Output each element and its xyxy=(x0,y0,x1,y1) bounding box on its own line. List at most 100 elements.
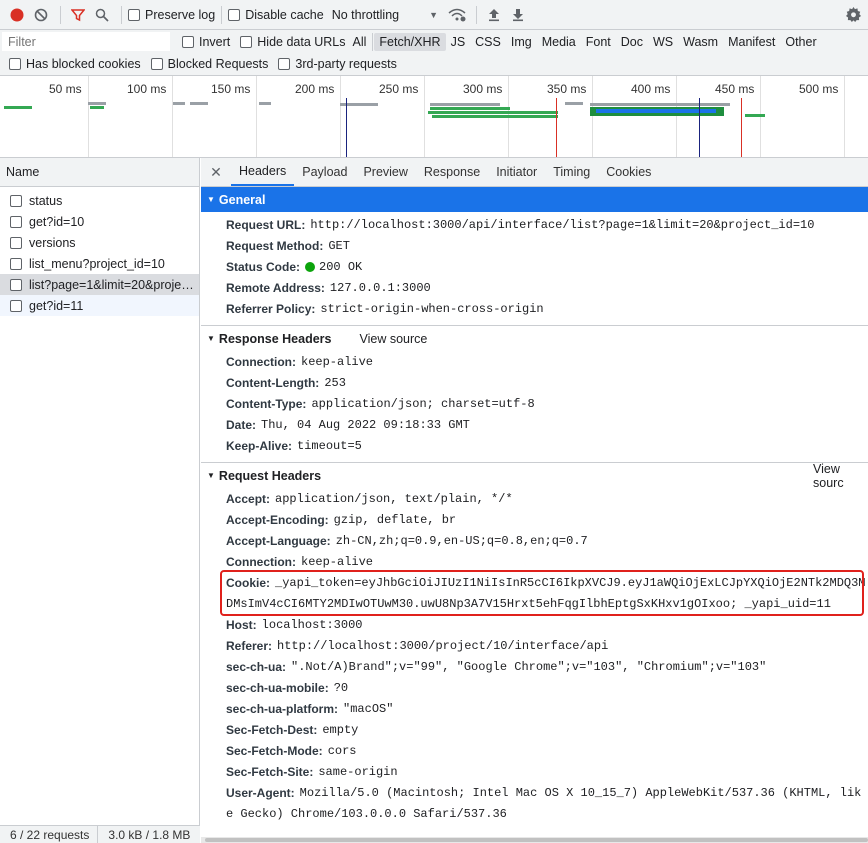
type-filter-img[interactable]: Img xyxy=(506,33,537,51)
header-row-continued: e Gecko) Chrome/103.0.0.0 Safari/537.36 xyxy=(201,803,868,824)
close-icon[interactable]: ✕ xyxy=(207,158,225,186)
header-key: Content-Length: xyxy=(226,375,320,390)
tab-payload[interactable]: Payload xyxy=(294,158,355,186)
grid-line xyxy=(256,76,257,157)
header-row: User-Agent: Mozilla/5.0 (Macintosh; Inte… xyxy=(201,782,868,803)
clear-icon[interactable] xyxy=(30,4,52,26)
timeline-bar xyxy=(259,102,271,105)
request-row[interactable]: versions xyxy=(0,232,199,253)
general-section-header[interactable]: ▼ General xyxy=(201,187,868,212)
header-value: ?0 xyxy=(333,680,349,695)
header-value: zh-CN,zh;q=0.9,en-US;q=0.8,en;q=0.7 xyxy=(335,533,588,548)
type-filter-fetch-xhr[interactable]: Fetch/XHR xyxy=(374,32,446,51)
blocked-requests-checkbox[interactable]: Blocked Requests xyxy=(150,57,269,71)
invert-checkbox[interactable]: Invert xyxy=(182,35,230,49)
type-filter-font[interactable]: Font xyxy=(581,33,616,51)
third-party-label: 3rd-party requests xyxy=(295,57,397,71)
timeline-bar xyxy=(90,106,104,109)
checkbox-box[interactable] xyxy=(182,35,194,48)
request-row[interactable]: get?id=10 xyxy=(0,211,199,232)
import-har-icon[interactable] xyxy=(483,4,505,26)
header-row: Host: localhost:3000 xyxy=(201,614,868,635)
tab-headers[interactable]: Headers xyxy=(231,158,295,186)
preserve-log-checkbox[interactable]: Preserve log xyxy=(128,8,215,22)
checkbox-box[interactable] xyxy=(278,58,291,70)
request-type-icon xyxy=(10,257,22,270)
header-row: Keep-Alive: timeout=5 xyxy=(201,435,868,456)
type-filter-manifest[interactable]: Manifest xyxy=(723,33,780,51)
request-name: get?id=10 xyxy=(29,214,85,229)
type-filter-css[interactable]: CSS xyxy=(470,33,506,51)
type-filter-js[interactable]: JS xyxy=(446,33,471,51)
type-filter-doc[interactable]: Doc xyxy=(616,33,648,51)
tab-cookies[interactable]: Cookies xyxy=(598,158,659,186)
scrollbar-thumb[interactable] xyxy=(205,838,868,842)
header-value: Mozilla/5.0 (Macintosh; Intel Mac OS X 1… xyxy=(299,785,862,800)
tick-label: 100 ms xyxy=(127,82,167,96)
throttling-select[interactable]: No throttling ▼ xyxy=(332,8,438,22)
checkbox-box[interactable] xyxy=(128,8,140,21)
request-row[interactable]: get?id=11 xyxy=(0,295,199,316)
grid-line xyxy=(424,76,425,157)
timeline-bar xyxy=(173,102,185,105)
type-filter-all[interactable]: All xyxy=(348,33,372,51)
checkbox-box[interactable] xyxy=(150,58,163,70)
horizontal-scrollbar[interactable] xyxy=(201,837,868,843)
response-headers-section-header[interactable]: ▼ Response Headers View source xyxy=(201,326,868,351)
record-icon[interactable] xyxy=(6,4,28,26)
request-type-icon xyxy=(10,278,22,291)
request-row-selected[interactable]: list?page=1&limit=20&projec... xyxy=(0,274,199,295)
header-key: Accept-Encoding: xyxy=(226,512,329,527)
tab-response[interactable]: Response xyxy=(416,158,488,186)
view-source-link[interactable]: View source xyxy=(359,332,427,346)
request-row[interactable]: status xyxy=(0,190,199,211)
network-conditions-icon[interactable] xyxy=(446,4,468,26)
disable-cache-checkbox[interactable]: Disable cache xyxy=(228,8,324,22)
header-key: Sec-Fetch-Mode: xyxy=(226,743,323,758)
header-value: cors xyxy=(327,743,357,758)
request-headers-list: Accept: application/json, text/plain, */… xyxy=(201,488,868,824)
header-key: Keep-Alive: xyxy=(226,438,293,453)
hide-data-urls-checkbox[interactable]: Hide data URLs xyxy=(240,35,346,49)
triangle-down-icon: ▼ xyxy=(207,334,215,343)
tick-label: 200 ms xyxy=(295,82,335,96)
tab-initiator[interactable]: Initiator xyxy=(488,158,545,186)
name-column-header[interactable]: Name xyxy=(0,158,199,187)
header-value: gzip, deflate, br xyxy=(333,512,457,527)
has-blocked-cookies-checkbox[interactable]: Has blocked cookies xyxy=(9,57,141,71)
header-key: Request Method: xyxy=(226,238,324,253)
search-icon[interactable] xyxy=(91,4,113,26)
header-value: keep-alive xyxy=(301,554,374,569)
checkbox-box[interactable] xyxy=(228,8,241,21)
network-overview[interactable]: 50 ms 100 ms 150 ms 200 ms 250 ms 300 ms… xyxy=(0,76,868,158)
type-filter-wasm[interactable]: Wasm xyxy=(678,33,723,51)
header-value: keep-alive xyxy=(301,354,374,369)
filter-icon[interactable] xyxy=(67,4,89,26)
tick-label: 300 ms xyxy=(463,82,503,96)
tab-preview[interactable]: Preview xyxy=(355,158,415,186)
view-source-link[interactable]: View sourc xyxy=(813,462,868,490)
dom-content-loaded-line xyxy=(346,98,347,157)
filter-input[interactable] xyxy=(2,32,170,51)
tick-label: 400 ms xyxy=(631,82,671,96)
triangle-down-icon: ▼ xyxy=(207,471,215,480)
export-har-icon[interactable] xyxy=(507,4,529,26)
transfer-size: 3.0 kB / 1.8 MB xyxy=(108,827,191,842)
header-row: Referer: http://localhost:3000/project/1… xyxy=(201,635,868,656)
request-headers-section-header[interactable]: ▼ Request Headers View sourc xyxy=(201,462,868,490)
header-value: 200 OK xyxy=(319,259,363,274)
header-row: sec-ch-ua-mobile: ?0 xyxy=(201,677,868,698)
request-row[interactable]: list_menu?project_id=10 xyxy=(0,253,199,274)
blocked-requests-label: Blocked Requests xyxy=(167,57,269,71)
checkbox-box[interactable] xyxy=(9,58,21,70)
checkbox-box[interactable] xyxy=(240,35,253,48)
tab-timing[interactable]: Timing xyxy=(545,158,598,186)
third-party-checkbox[interactable]: 3rd-party requests xyxy=(278,57,397,71)
header-key: sec-ch-ua-mobile: xyxy=(226,680,329,695)
type-filter-ws[interactable]: WS xyxy=(648,33,678,51)
header-value: strict-origin-when-cross-origin xyxy=(320,301,544,316)
gear-icon[interactable] xyxy=(842,4,864,26)
timeline-bar xyxy=(428,111,558,114)
type-filter-other[interactable]: Other xyxy=(780,33,821,51)
type-filter-media[interactable]: Media xyxy=(537,33,581,51)
